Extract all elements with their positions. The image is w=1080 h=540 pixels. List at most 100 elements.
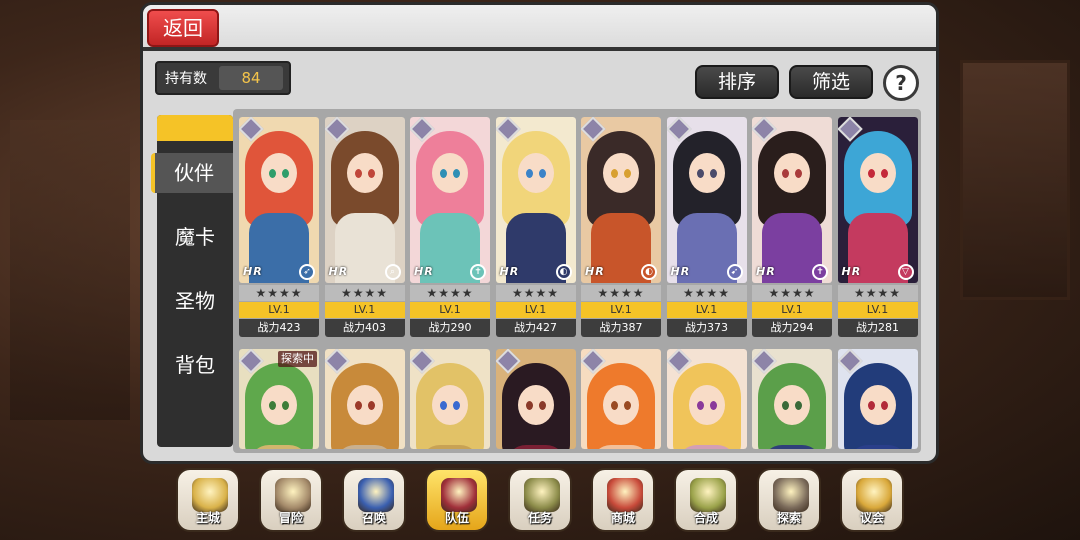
character-face <box>603 385 639 425</box>
character-card[interactable]: HR ✝ ★★★★ LV.1 战力290 <box>410 117 490 337</box>
book-icon <box>524 478 560 512</box>
character-eye <box>709 401 717 410</box>
character-face <box>432 153 468 193</box>
rarity-mark: HR <box>585 265 605 278</box>
character-card[interactable]: HR ➹ ★★★★ LV.1 战力373 <box>666 117 747 337</box>
character-portrait <box>752 349 832 449</box>
nav-card-summon[interactable]: 召唤 <box>342 468 406 532</box>
nav-mushroom-shop[interactable]: 商城 <box>591 468 655 532</box>
mushroom-shop-icon <box>607 478 643 512</box>
power-label: 战力403 <box>324 319 405 337</box>
level-label: LV.1 <box>581 302 661 318</box>
tab-magic-cards[interactable]: 魔卡 <box>157 217 233 257</box>
character-card[interactable]: 探索中 <box>239 349 319 449</box>
panel-header: 返回 <box>143 5 936 51</box>
character-card[interactable] <box>752 349 832 449</box>
nav-crossbow[interactable]: 探索 <box>757 468 821 532</box>
filter-button[interactable]: 筛选 <box>789 65 873 99</box>
character-portrait <box>837 349 918 449</box>
character-card[interactable] <box>410 349 490 449</box>
rarity-mark: HR <box>499 265 520 278</box>
character-card[interactable] <box>666 349 747 449</box>
character-eye <box>269 401 276 410</box>
character-card[interactable] <box>324 349 405 449</box>
council-icon <box>856 478 892 512</box>
character-card[interactable]: HR ⌕ ★★★★ LV.1 战力403 <box>324 117 405 337</box>
character-eye <box>782 401 789 410</box>
sort-button[interactable]: 排序 <box>695 65 779 99</box>
power-label: 战力373 <box>666 319 747 337</box>
rarity-mark: HR <box>243 265 263 278</box>
character-portrait: HR ◐ <box>581 117 661 283</box>
character-card[interactable] <box>581 349 661 449</box>
level-label: LV.1 <box>666 302 747 318</box>
rarity-mark: HR <box>328 265 349 278</box>
help-button[interactable]: ? <box>883 65 919 101</box>
star-rating: ★★★★ <box>324 285 405 301</box>
magnifier-icon: ⌕ <box>384 264 401 280</box>
character-eye <box>440 169 447 178</box>
character-card[interactable] <box>837 349 918 449</box>
nav-castle[interactable]: 主城 <box>176 468 240 532</box>
nav-book[interactable]: 任务 <box>508 468 572 532</box>
power-label: 战力290 <box>410 319 490 337</box>
nav-label: 商城 <box>610 511 635 525</box>
level-label: LV.1 <box>752 302 832 318</box>
power-label: 战力387 <box>581 319 661 337</box>
power-label: 战力281 <box>837 319 918 337</box>
nav-swords[interactable]: 冒险 <box>259 468 323 532</box>
character-face <box>432 385 468 425</box>
character-portrait: HR ▽ <box>837 117 918 283</box>
character-card[interactable]: HR ◐ ★★★★ LV.1 战力387 <box>581 117 661 337</box>
character-face <box>774 385 810 425</box>
bow-icon: ➶ <box>299 264 315 280</box>
tab-relics[interactable]: 圣物 <box>157 281 233 321</box>
character-portrait: HR ➹ <box>666 117 747 283</box>
nav-potion[interactable]: 合成 <box>674 468 738 532</box>
back-button[interactable]: 返回 <box>147 9 219 47</box>
character-face <box>688 153 725 193</box>
character-portrait: HR ✝ <box>752 117 832 283</box>
character-eye <box>282 169 289 178</box>
character-face <box>346 153 383 193</box>
character-eye <box>269 169 276 178</box>
character-eye <box>709 169 717 178</box>
orb-icon: ◐ <box>641 264 657 280</box>
character-eye <box>538 401 546 410</box>
level-label: LV.1 <box>495 302 576 318</box>
character-face <box>688 385 725 425</box>
tab-backpack[interactable]: 背包 <box>157 345 233 385</box>
character-card[interactable]: HR ✝ ★★★★ LV.1 战力294 <box>752 117 832 337</box>
rarity-mark: HR <box>414 265 434 278</box>
holding-count: 持有数 84 <box>155 61 291 95</box>
character-face <box>774 153 810 193</box>
potion-icon <box>690 478 726 512</box>
character-card[interactable]: HR ◐ ★★★★ LV.1 战力427 <box>495 117 576 337</box>
character-eye <box>354 169 362 178</box>
character-eye <box>624 169 631 178</box>
holding-value: 84 <box>219 66 283 90</box>
character-card[interactable] <box>495 349 576 449</box>
nav-label: 队伍 <box>444 511 469 525</box>
character-portrait <box>581 349 661 449</box>
character-eye <box>611 169 618 178</box>
character-eye <box>440 401 447 410</box>
background-window <box>960 60 1070 300</box>
exploring-tag: 探索中 <box>278 351 317 367</box>
power-label: 战力423 <box>239 319 319 337</box>
nav-team-wings[interactable]: 队伍 <box>425 468 489 532</box>
nav-label: 召唤 <box>361 511 386 525</box>
character-portrait: HR ➶ <box>239 117 319 283</box>
character-card[interactable]: HR ▽ ★★★★ LV.1 战力281 <box>837 117 918 337</box>
star-rating: ★★★★ <box>581 285 661 301</box>
character-face <box>346 385 383 425</box>
character-eye <box>867 169 875 178</box>
character-card[interactable]: HR ➶ ★★★★ LV.1 战力423 <box>239 117 319 337</box>
character-face <box>859 153 896 193</box>
tab-partners[interactable]: 伙伴 <box>151 153 233 193</box>
character-portrait <box>666 349 747 449</box>
orb-icon: ◐ <box>555 264 572 280</box>
level-label: LV.1 <box>324 302 405 318</box>
nav-council[interactable]: 议会 <box>840 468 904 532</box>
nav-label: 任务 <box>527 511 552 525</box>
